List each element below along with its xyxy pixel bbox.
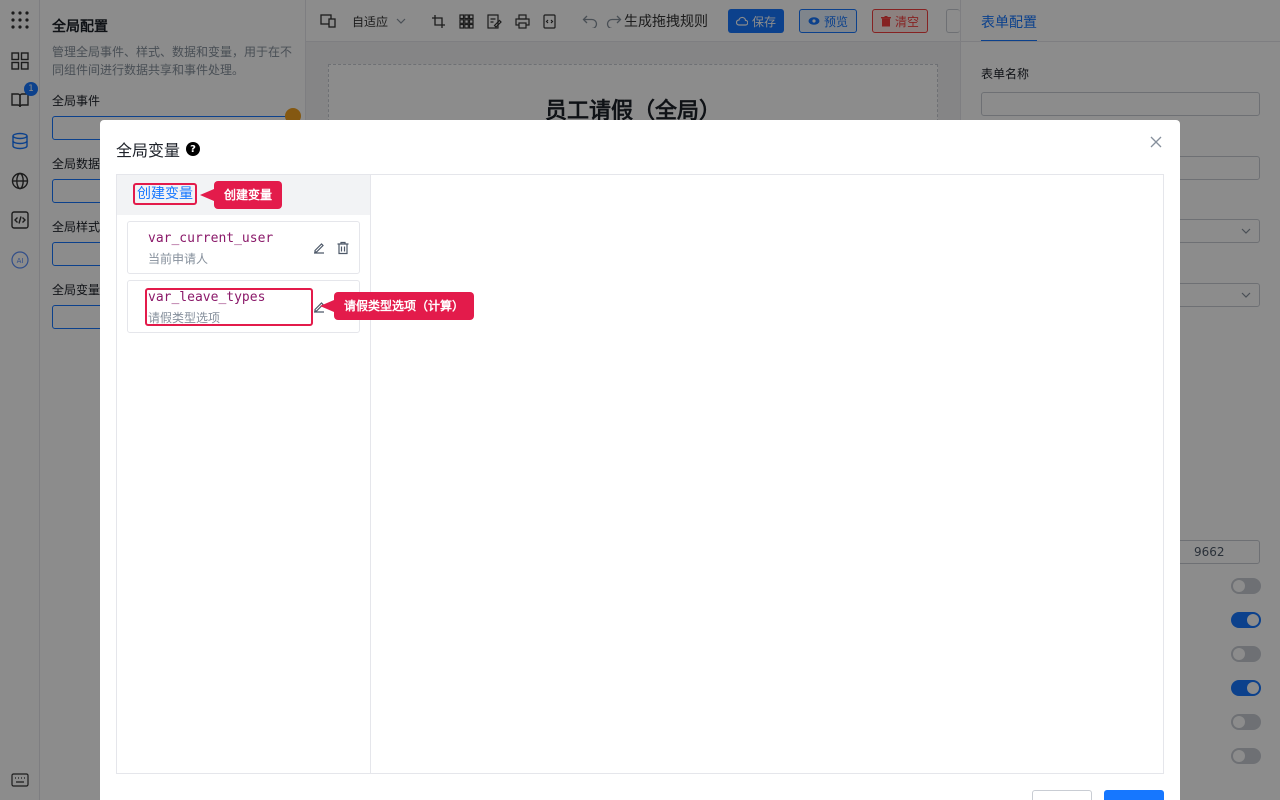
modal-body: 创建变量 var_current_user 当前申请人 var_leave_ty… bbox=[116, 174, 1164, 774]
callout-create-variable: 创建变量 bbox=[199, 181, 283, 209]
edit-icon[interactable] bbox=[312, 241, 326, 255]
confirm-button[interactable] bbox=[1104, 790, 1164, 800]
highlight-box bbox=[145, 288, 313, 326]
close-icon[interactable] bbox=[1148, 134, 1164, 150]
callout-leave-types: 请假类型选项（计算） bbox=[319, 292, 475, 320]
modal-header: 全局变量 ? bbox=[116, 137, 201, 161]
modal-title: 全局变量 bbox=[116, 141, 181, 160]
help-icon[interactable]: ? bbox=[186, 142, 201, 156]
variable-name: var_current_user bbox=[148, 231, 274, 246]
list-item[interactable]: var_current_user 当前申请人 bbox=[127, 221, 360, 274]
delete-icon[interactable] bbox=[336, 241, 350, 255]
global-variables-modal: 全局变量 ? 创建变量 var_current_user 当前申请人 var_l… bbox=[100, 120, 1180, 800]
cancel-button[interactable] bbox=[1032, 790, 1092, 800]
variable-editor-area bbox=[372, 175, 1164, 773]
variable-desc: 当前申请人 bbox=[148, 252, 209, 266]
create-variable-link[interactable]: 创建变量 bbox=[133, 183, 197, 205]
variable-list: 创建变量 var_current_user 当前申请人 var_leave_ty… bbox=[117, 175, 371, 773]
